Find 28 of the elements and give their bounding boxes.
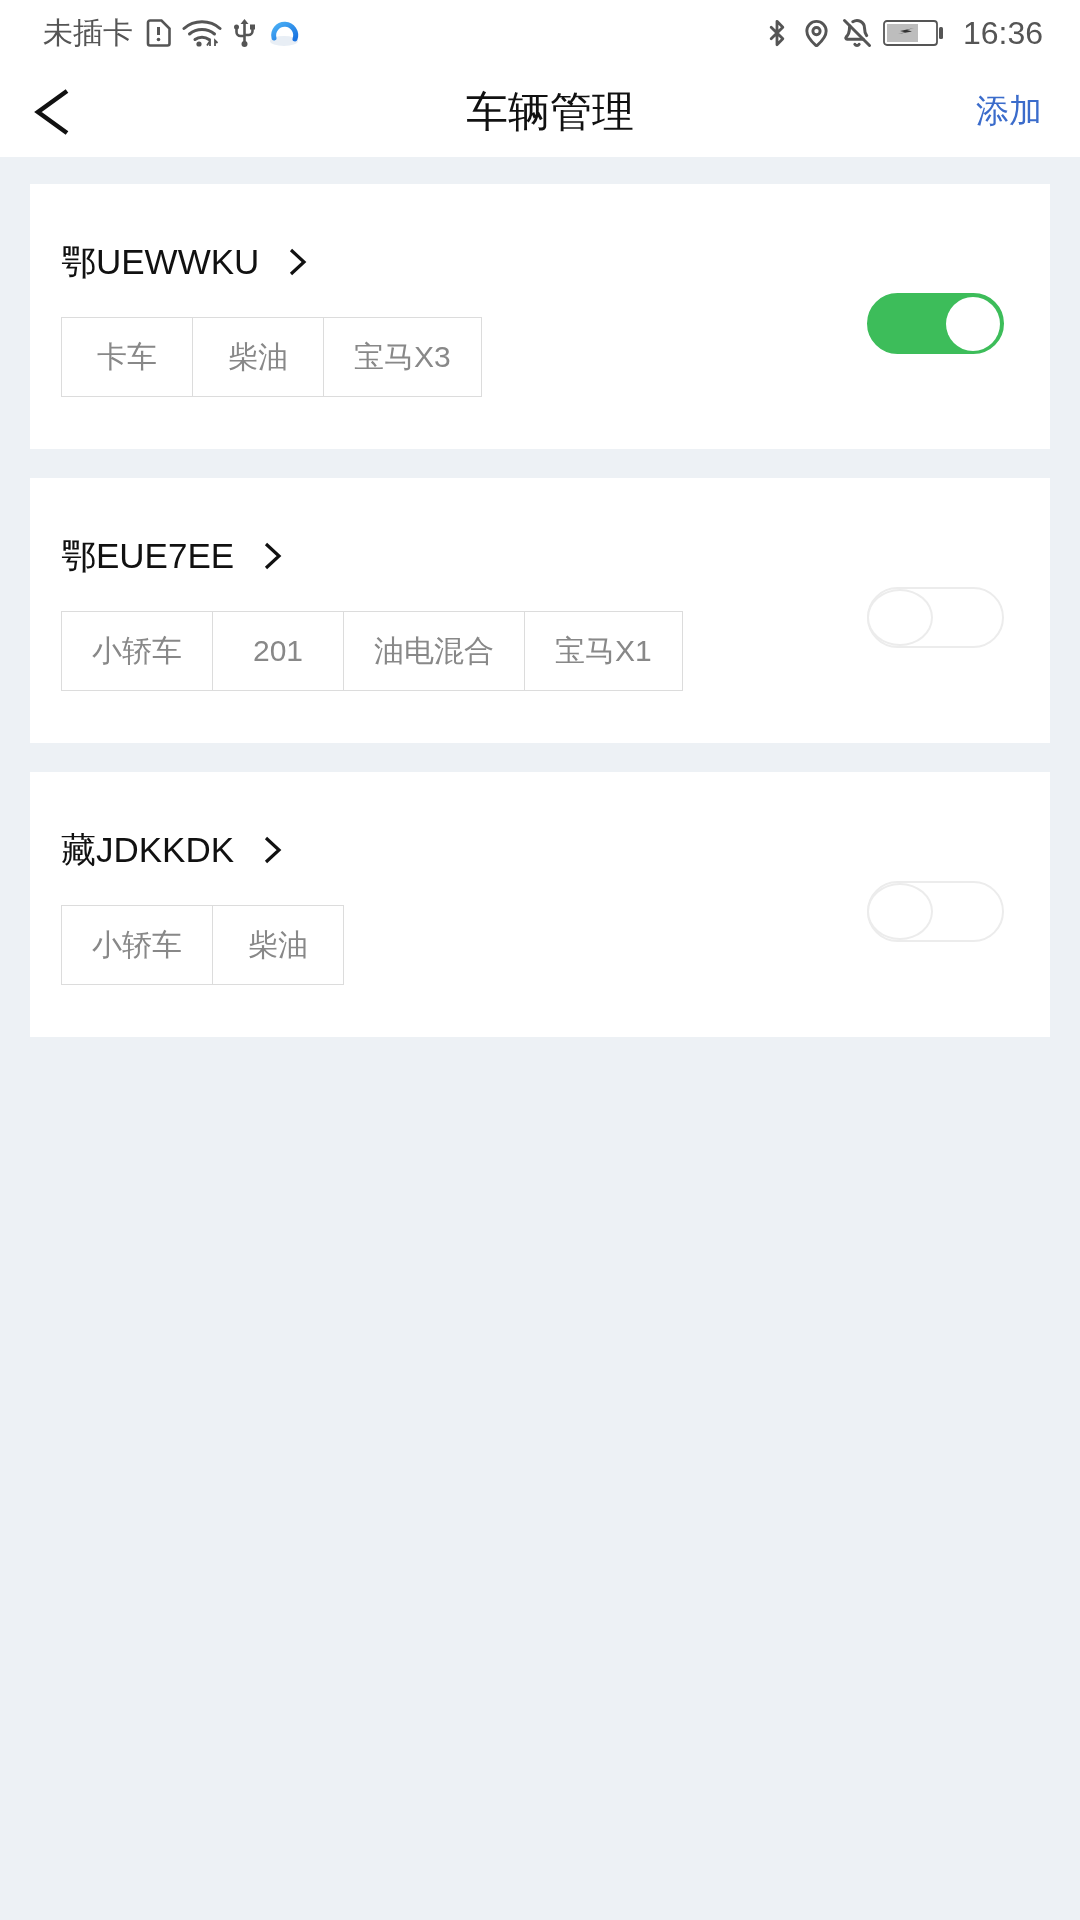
vehicle-tag: 宝马X1 [524, 611, 683, 691]
chevron-right-icon [264, 836, 283, 864]
bell-off-icon [841, 18, 872, 48]
vehicle-tag: 小轿车 [61, 905, 213, 985]
chevron-right-icon [264, 542, 283, 570]
clock-time: 16:36 [962, 17, 1043, 49]
battery-charging-icon [882, 20, 944, 46]
plate-number-link[interactable]: 藏JDKKDK [61, 826, 283, 874]
back-icon [34, 88, 70, 135]
vehicle-tag: 油电混合 [343, 611, 525, 691]
back-button[interactable] [34, 88, 70, 135]
usb-icon [233, 18, 256, 48]
app-notification-icon [267, 19, 301, 47]
vehicle-tag: 柴油 [212, 905, 344, 985]
sim-alert-icon [146, 19, 171, 47]
vehicle-tag: 宝马X3 [323, 317, 482, 397]
vehicle-tag: 201 [212, 611, 344, 691]
vehicle-toggle-switch[interactable] [867, 293, 1004, 354]
wifi-icon [182, 19, 222, 47]
plate-number-link[interactable]: 鄂UEWWKU [61, 238, 308, 286]
plate-number-link[interactable]: 鄂EUE7EE [61, 532, 283, 580]
carrier-text: 未插卡 [43, 18, 133, 48]
add-button[interactable]: 添加 [976, 89, 1042, 134]
vehicle-tag: 小轿车 [61, 611, 213, 691]
page-title: 车辆管理 [466, 86, 634, 137]
chevron-right-icon [289, 248, 308, 276]
vehicle-tag: 卡车 [61, 317, 193, 397]
vehicle-tag: 柴油 [192, 317, 324, 397]
